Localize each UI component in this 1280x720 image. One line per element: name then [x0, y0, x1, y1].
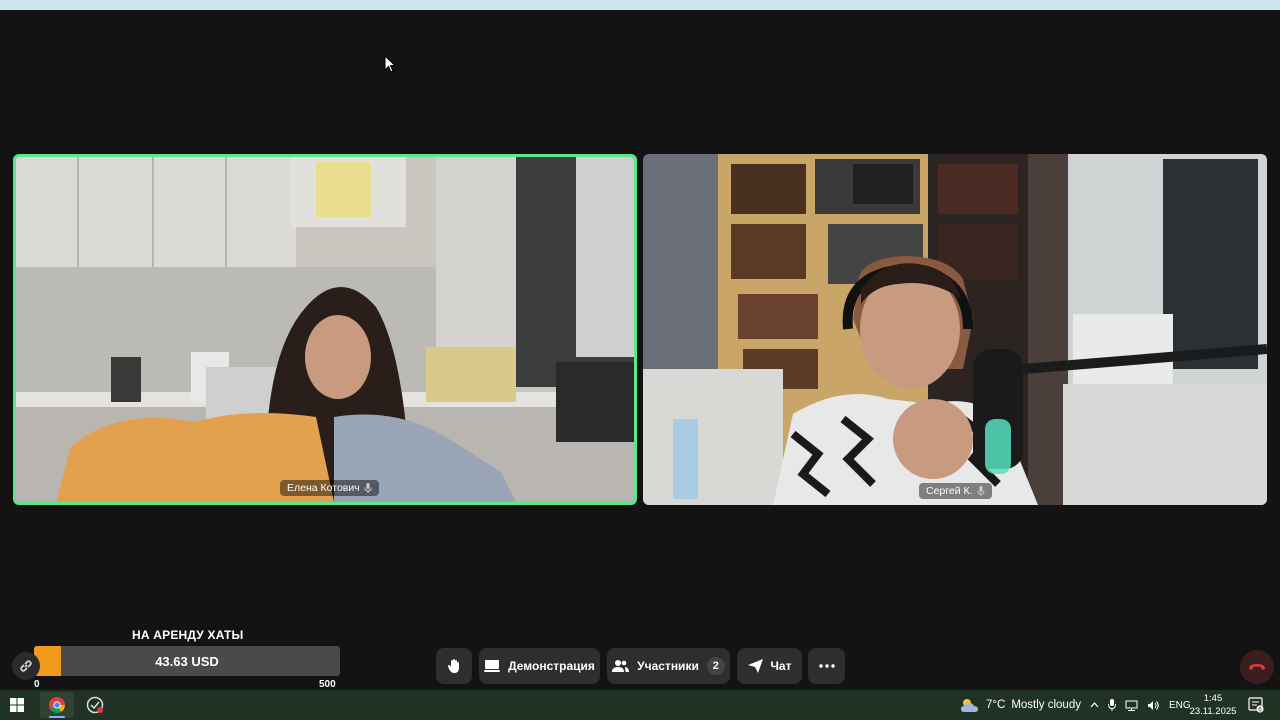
system-tray: ENG	[1090, 690, 1191, 720]
network-icon[interactable]	[1125, 700, 1138, 711]
weather-temp: 7°C	[986, 699, 1006, 711]
donation-amount: 43.63 USD	[155, 653, 219, 669]
participant-name: Сергей К.	[926, 485, 973, 497]
taskbar-weather[interactable]: 7°C Mostly cloudy	[960, 690, 1081, 720]
windows-taskbar: 7°C Mostly cloudy ENG 1:45 23.11.2025 6	[0, 690, 1280, 720]
microphone-icon	[364, 483, 372, 493]
clock-time: 1:45	[1203, 693, 1223, 704]
taskbar-clock[interactable]: 1:45 23.11.2025	[1186, 692, 1240, 718]
cloudy-weather-icon	[961, 699, 978, 712]
recorder-icon	[86, 696, 104, 714]
more-icon	[818, 664, 835, 668]
mouse-cursor-icon	[384, 55, 396, 73]
hand-icon	[448, 659, 459, 673]
chat-button[interactable]: Чат	[737, 648, 802, 684]
participants-count-badge: 2	[706, 657, 725, 675]
donation-min-label: 0	[34, 679, 40, 690]
participants-label: Участники	[637, 659, 699, 673]
weather-text: Mostly cloudy	[1011, 699, 1081, 711]
participant-name-label: Сергей К.	[919, 483, 992, 499]
link-icon	[20, 660, 32, 672]
taskbar-chrome-app[interactable]	[40, 692, 74, 718]
participants-icon	[612, 660, 630, 672]
clock-date: 23.11.2025	[1189, 706, 1237, 717]
notification-center-icon[interactable]: 6	[1248, 697, 1264, 713]
chrome-icon	[49, 697, 65, 713]
participant-tile-sergey[interactable]: Сергей К.	[643, 154, 1267, 505]
windows-start-icon[interactable]	[10, 698, 24, 712]
donation-progress-bar: 43.63 USD	[34, 646, 340, 676]
microphone-icon	[977, 486, 985, 496]
volume-icon[interactable]	[1147, 700, 1160, 711]
donation-max-label: 500	[319, 679, 336, 690]
video-feed-elena	[16, 157, 634, 502]
taskbar-recorder-app[interactable]	[78, 692, 112, 718]
participant-tile-elena[interactable]: Елена Котович	[13, 154, 637, 505]
chevron-up-icon[interactable]	[1090, 702, 1099, 708]
video-feed-sergey	[643, 154, 1267, 505]
chat-label: Чат	[770, 659, 792, 673]
screen-share-icon	[484, 660, 501, 672]
screen-share-label: Демонстрация	[508, 659, 595, 673]
share-link-button[interactable]	[12, 652, 40, 680]
hangup-icon	[1249, 664, 1265, 670]
donation-goal-title: НА АРЕНДУ ХАТЫ	[132, 628, 244, 642]
microphone-tray-icon[interactable]	[1108, 699, 1116, 711]
participants-button[interactable]: Участники 2	[607, 648, 730, 684]
participant-name: Елена Котович	[287, 482, 360, 494]
browser-top-strip	[0, 0, 1280, 10]
hangup-button[interactable]	[1240, 650, 1274, 684]
send-icon	[747, 659, 763, 673]
screen-share-button[interactable]: Демонстрация	[479, 648, 600, 684]
raise-hand-button[interactable]	[436, 648, 472, 684]
participant-name-label: Елена Котович	[280, 480, 379, 496]
more-button[interactable]	[808, 648, 845, 684]
